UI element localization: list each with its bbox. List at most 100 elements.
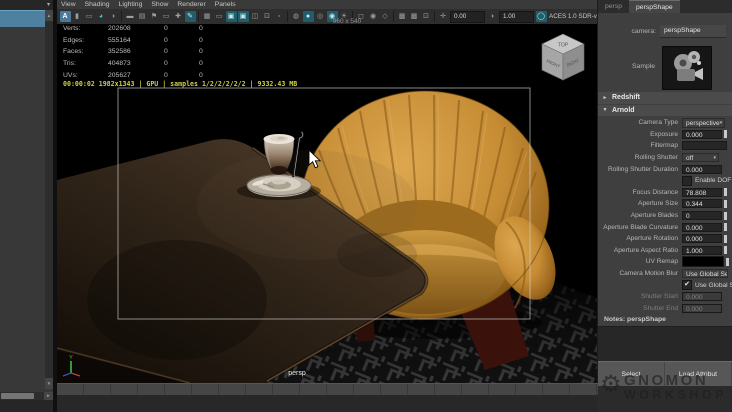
horizontal-scrollbar-thumb[interactable] (1, 393, 34, 399)
slider-handle[interactable] (724, 211, 727, 220)
notes-textarea[interactable] (598, 326, 732, 361)
slider-handle[interactable] (726, 257, 729, 266)
region-render-icon[interactable]: ⊡ (421, 11, 432, 22)
vertical-scrollbar[interactable] (45, 21, 53, 378)
dropdown-camera-type[interactable]: perspective ▾ (682, 118, 725, 128)
hud-row: Faces: 352586 0 0 (63, 48, 234, 60)
section-title: Redshift (612, 94, 640, 102)
slider-handle[interactable] (724, 223, 727, 232)
view-transform-icon[interactable]: ◯ (535, 11, 547, 22)
menu-item-lighting[interactable]: Lighting (119, 0, 143, 9)
field-chart-icon[interactable]: ◫ (250, 11, 261, 22)
field-exposure[interactable]: 0.000 (682, 129, 722, 139)
resolution-label: 960 x 540 (332, 17, 362, 25)
load-attribut-button[interactable]: Load Attribut (665, 362, 732, 387)
field-aperture-blades[interactable]: 0 (682, 211, 722, 221)
gamma-field[interactable]: 1.00 (499, 10, 534, 23)
editor-buttons: Select Load Attribut (598, 361, 732, 387)
attribute-editor-tabs: persp perspShape (598, 0, 732, 13)
attr-row-filtermap: Filtermap (598, 140, 732, 152)
bookmark-icon[interactable]: ⚑ (149, 11, 160, 22)
svg-text:TOP: TOP (558, 43, 569, 49)
slider-handle[interactable] (724, 234, 727, 243)
attr-row-shutter-start: Shutter Start 0.000 (598, 291, 732, 303)
menu-item-renderer[interactable]: Renderer (177, 0, 205, 9)
checkbox-use-global-sh[interactable]: ✔ (682, 280, 692, 291)
attr-label: Aperture Rotation (626, 235, 678, 243)
wireframe-mode-icon[interactable]: ◍ (291, 11, 302, 22)
select-button[interactable]: Select (598, 362, 665, 387)
scroll-right-arrow-icon[interactable]: ► (44, 392, 53, 400)
pan-zoom-icon[interactable]: ✚ (173, 11, 184, 22)
scroll-down-arrow-icon[interactable]: ▼ (45, 378, 53, 389)
time-slider-strip[interactable] (57, 383, 598, 395)
bounding-box-icon[interactable]: ▭ (84, 11, 95, 22)
slider-handle[interactable] (724, 246, 727, 255)
gamma-icon[interactable]: ◑ (487, 11, 498, 22)
field-shutter-start: 0.000 (682, 292, 722, 302)
attr-label: UV Remap (645, 258, 678, 266)
exposure-field[interactable]: 0.00 (450, 10, 485, 23)
dropdown-rolling-shutter[interactable]: off ▾ (682, 152, 719, 163)
section-header-arnold[interactable]: ▼ Arnold (598, 104, 732, 116)
hud-cell: 352586 (108, 48, 131, 56)
safe-title-icon[interactable]: ▫ (274, 11, 285, 22)
grease-pencil-icon[interactable]: ✎ (184, 11, 196, 22)
chevron-right-icon[interactable]: ► (598, 95, 612, 101)
menu-item-view[interactable]: View (61, 0, 76, 9)
tab-persp[interactable]: persp (598, 0, 629, 13)
safe-action-icon[interactable]: ⊡ (262, 11, 273, 22)
field-aperture-size[interactable]: 0.344 (682, 199, 722, 209)
attr-label: Focus Distance (632, 188, 678, 196)
slider-handle[interactable] (724, 199, 727, 208)
field-aperture-rotation[interactable]: 0.000 (682, 234, 722, 244)
section-header-redshift[interactable]: ► Redshift (598, 92, 732, 104)
camera-lock-icon[interactable]: ▬ (125, 11, 136, 22)
film-gate-icon[interactable]: ▭ (214, 11, 225, 22)
field-aperture-blade-curvature[interactable]: 0.000 (682, 222, 722, 232)
attr-label: Camera Motion Blur (619, 270, 678, 278)
resolution-gate-icon[interactable]: ▣ (225, 11, 237, 22)
shaded-display-icon[interactable]: ▮ (72, 11, 83, 22)
grid-toggle-icon[interactable]: ▦ (202, 11, 213, 22)
hud-cell: Edges: (63, 36, 85, 44)
exposure-icon[interactable]: ✛ (438, 11, 449, 22)
chevron-down-icon[interactable]: ▼ (598, 107, 612, 113)
snapshot-icon[interactable]: ▩ (397, 11, 408, 22)
select-camera-icon[interactable]: A (59, 11, 71, 22)
view-cube[interactable]: TOP FRONT RIGHT (541, 33, 585, 81)
left-panel-header[interactable]: ▾ (0, 0, 53, 10)
left-panel-selected-row[interactable] (0, 10, 45, 27)
textured-sphere-icon[interactable]: ◑ (108, 11, 119, 22)
horizontal-scrollbar[interactable] (0, 392, 44, 400)
gate-mask-icon[interactable]: ▣ (237, 11, 249, 22)
field-rolling-shutter-duration[interactable]: 0.000 (682, 164, 722, 174)
dropdown-camera-motion-blur[interactable]: Use Global Settin (682, 268, 728, 279)
tab-perspshape[interactable]: perspShape (629, 0, 680, 13)
menu-item-shading[interactable]: Shading (85, 0, 110, 9)
field-focus-distance[interactable]: 78.808 (682, 187, 722, 197)
slider-handle[interactable] (724, 130, 727, 139)
camera-field-value[interactable]: perspShape (660, 25, 726, 38)
sample-swatch[interactable] (662, 46, 712, 90)
hud-cell: 202608 (108, 25, 131, 32)
checkbox-label: Enable DOF (695, 177, 732, 185)
image-plane-icon[interactable]: ▭ (161, 11, 172, 22)
color-swatch-uv-remap[interactable] (682, 256, 724, 268)
field-filtermap[interactable] (682, 141, 727, 151)
chevron-down-icon[interactable]: ▾ (47, 2, 50, 8)
multi-pass-icon[interactable]: ▩ (409, 11, 420, 22)
checkbox-enable-dof[interactable] (682, 175, 692, 186)
field-aperture-aspect-ratio[interactable]: 1.000 (682, 245, 722, 255)
section-headers: ► Redshift ▼ Arnold (598, 92, 732, 117)
viewport-panel[interactable]: View Shading Lighting Show Renderer Panels A ▮… (57, 0, 597, 383)
scroll-up-arrow-icon[interactable]: ▲ (45, 10, 53, 21)
toolbar-separator (393, 11, 394, 22)
camera-attrs-icon[interactable]: ▤ (137, 11, 148, 22)
menu-item-show[interactable]: Show (151, 0, 168, 9)
attr-label: Camera Type (638, 119, 678, 127)
material-sphere-icon[interactable]: ◕ (96, 11, 107, 22)
slider-handle[interactable] (724, 188, 727, 197)
menu-item-panels[interactable]: Panels (215, 0, 236, 9)
attr-row-aperture-blade-curvature: Aperture Blade Curvature 0.000 (598, 221, 732, 233)
